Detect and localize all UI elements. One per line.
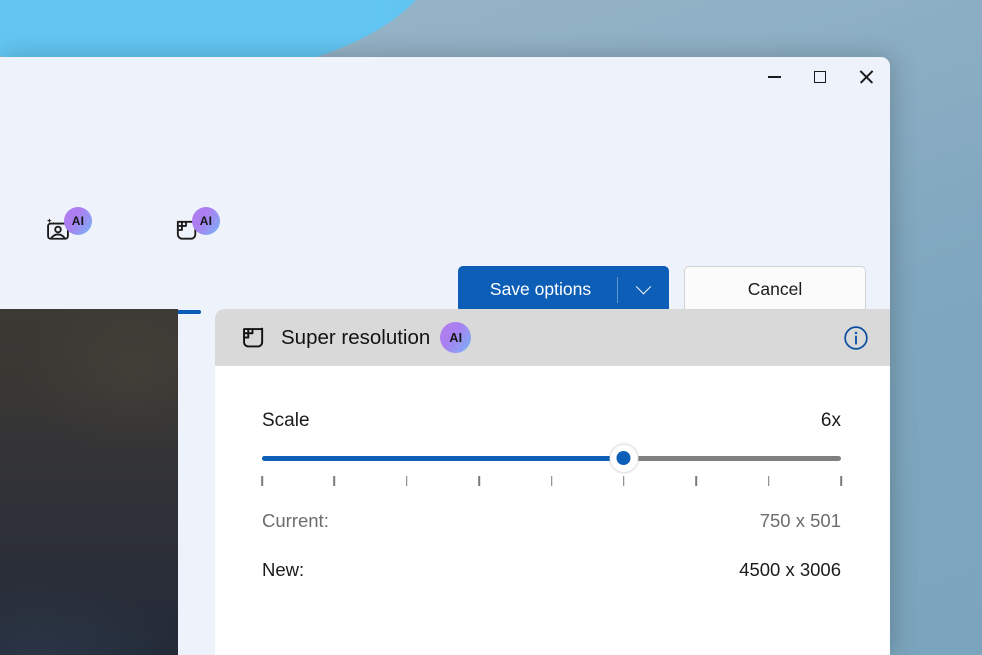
slider-tick xyxy=(623,476,625,486)
panel-header: Super resolution AI xyxy=(215,309,890,366)
close-button[interactable] xyxy=(843,57,889,97)
slider-tick xyxy=(840,476,842,486)
editor-toolbar: AI AI Save options Cancel xyxy=(0,110,890,290)
cancel-button[interactable]: Cancel xyxy=(684,266,866,313)
panel-body: Scale 6x Current: 750 x 501 New: 4500 x … xyxy=(215,366,890,581)
slider-thumb[interactable] xyxy=(609,444,638,473)
save-options-dropdown-toggle[interactable] xyxy=(618,284,669,295)
current-size-row: Current: 750 x 501 xyxy=(262,510,841,532)
new-size-row: New: 4500 x 3006 xyxy=(262,559,841,581)
minimize-icon xyxy=(768,76,781,78)
super-resolution-icon xyxy=(238,323,267,352)
slider-fill xyxy=(262,456,624,461)
slider-tick xyxy=(768,476,770,486)
new-size-label: New: xyxy=(262,559,304,581)
slider-ticks xyxy=(262,476,841,487)
image-preview[interactable] xyxy=(0,309,178,655)
minimize-button[interactable] xyxy=(751,57,797,97)
ai-badge: AI xyxy=(64,207,92,235)
maximize-button[interactable] xyxy=(797,57,843,97)
slider-tick xyxy=(406,476,408,486)
maximize-icon xyxy=(814,71,826,83)
ai-badge: AI xyxy=(440,322,471,353)
chevron-down-icon xyxy=(636,279,652,295)
slider-tick xyxy=(695,476,697,486)
ai-badge: AI xyxy=(192,207,220,235)
tab-generative-erase[interactable]: AI xyxy=(44,216,92,244)
close-icon xyxy=(859,70,873,84)
save-options-button[interactable]: Save options xyxy=(458,266,669,313)
scale-slider[interactable] xyxy=(262,443,841,493)
tab-selected-indicator xyxy=(176,310,201,314)
new-size-value: 4500 x 3006 xyxy=(739,559,841,581)
super-resolution-panel: Super resolution AI Scale 6x Current: xyxy=(215,309,890,655)
slider-tick xyxy=(334,476,336,486)
slider-tick xyxy=(478,476,480,486)
info-icon[interactable] xyxy=(843,325,869,351)
scale-value: 6x xyxy=(821,410,841,432)
slider-tick xyxy=(261,476,263,486)
current-size-value: 750 x 501 xyxy=(760,510,841,532)
app-window: AI AI Save options Cancel xyxy=(0,57,890,655)
scale-label: Scale xyxy=(262,410,310,432)
slider-tick xyxy=(551,476,553,486)
current-size-label: Current: xyxy=(262,510,329,532)
panel-title: Super resolution xyxy=(281,326,430,350)
tab-super-resolution[interactable]: AI xyxy=(172,216,220,244)
scale-row: Scale 6x xyxy=(262,410,841,432)
save-options-label: Save options xyxy=(458,279,617,300)
window-titlebar xyxy=(0,57,890,110)
